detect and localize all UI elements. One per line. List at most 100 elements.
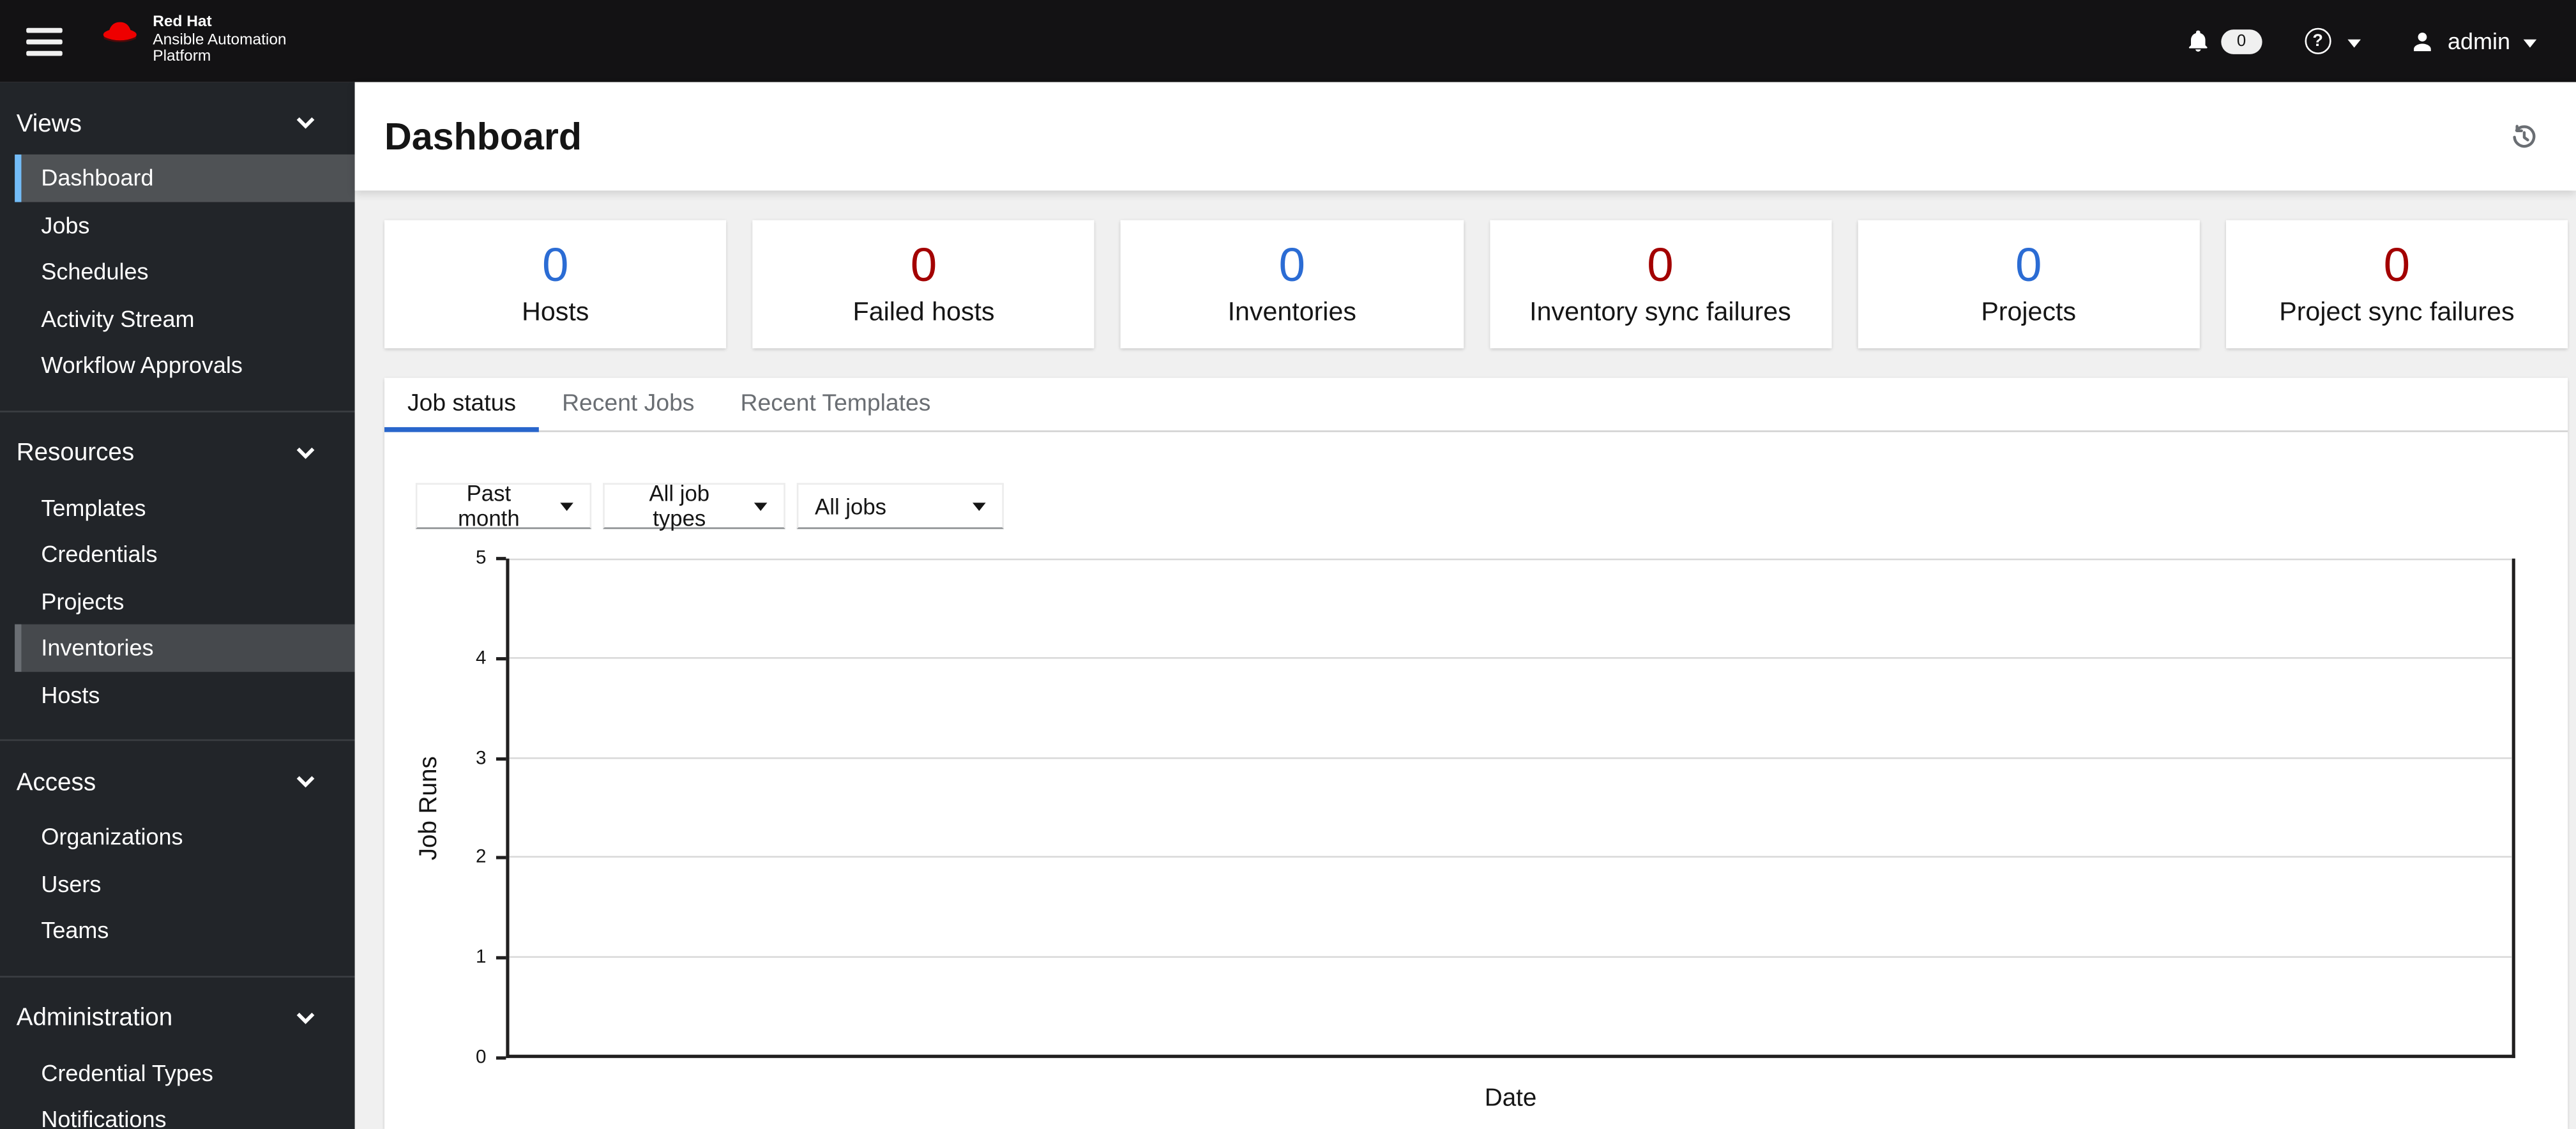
nav-section-toggle-access[interactable]: Access [0,764,355,800]
page-title: Dashboard [384,114,582,157]
metric-label: Inventories [1227,298,1356,326]
user-menu-button[interactable]: admin [2410,27,2537,54]
chart-plot-area [506,558,2515,1058]
metric-card-project-sync-failures[interactable]: 0 Project sync failures [2225,220,2568,349]
nav-item-organizations[interactable]: Organizations [15,813,355,860]
caret-down-icon [560,501,573,510]
metric-value: 0 [1647,239,1674,292]
brand-logo: Red Hat Ansible Automation Platform [98,13,287,67]
masthead: Red Hat Ansible Automation Platform 0 ? … [0,0,2576,82]
job-type-select-value: All job types [649,481,710,531]
masthead-toolbar: 0 ? admin [2186,27,2537,54]
y-tick: 3 [476,749,487,769]
nav-item-hosts[interactable]: Hosts [15,671,355,718]
metric-card-failed-hosts[interactable]: 0 Failed hosts [752,220,1095,349]
metric-value: 0 [542,239,569,292]
gridline [509,856,2512,858]
y-tick-mark [496,657,506,661]
history-icon [2513,124,2536,147]
nav-item-credential-types[interactable]: Credential Types [15,1049,355,1096]
gridline [509,558,2512,561]
chart-y-axis-label: Job Runs [414,756,443,861]
metric-label: Projects [1981,298,2077,326]
job-filter-select[interactable]: All jobs [796,483,1004,529]
y-tick: 0 [476,1048,487,1068]
metric-label: Inventory sync failures [1529,298,1791,326]
help-icon: ? [2305,27,2331,54]
chart-filters: Past month All job types All jobs [415,481,2568,531]
y-tick-mark [496,557,506,561]
nav-item-jobs[interactable]: Jobs [15,201,355,248]
nav-section-label: Access [16,768,96,796]
nav-item-teams[interactable]: Teams [15,907,355,953]
help-menu-button[interactable]: ? [2305,27,2361,54]
nav-section-views: Views Dashboard Jobs Schedules Activity … [0,82,355,410]
y-tick: 1 [476,948,487,968]
caret-down-icon [754,501,768,510]
brand-line1: Red Hat [153,13,212,32]
caret-down-icon [973,501,986,510]
username: admin [2447,27,2511,54]
nav-item-inventories[interactable]: Inventories [15,624,355,671]
user-icon [2413,31,2431,50]
metric-value: 0 [910,239,937,292]
nav-section-access: Access Organizations Users Teams [0,739,355,975]
notifications-button[interactable]: 0 [2186,28,2262,54]
tab-recent-jobs[interactable]: Recent Jobs [539,378,717,430]
redhat-fedora-icon [103,22,137,43]
nav-item-workflow-approvals[interactable]: Workflow Approvals [15,342,355,388]
bell-icon [2188,30,2208,52]
gridline [509,955,2512,957]
nav-section-toggle-administration[interactable]: Administration [0,999,355,1036]
metric-cards: 0 Hosts 0 Failed hosts 0 Inventories 0 I… [384,220,2568,349]
dashboard-content: 0 Hosts 0 Failed hosts 0 Inventories 0 I… [355,190,2576,1129]
nav-section-label: Administration [16,1003,173,1032]
nav-item-dashboard[interactable]: Dashboard [15,154,355,202]
brand-line3: Platform [153,48,211,66]
nav-section-label: Resources [16,438,135,467]
y-tick-mark [496,1056,506,1060]
job-type-select[interactable]: All job types [603,481,785,531]
tab-job-status[interactable]: Job status [384,378,540,432]
nav-item-credentials[interactable]: Credentials [15,531,355,577]
job-filter-select-value: All jobs [815,494,887,519]
metric-label: Project sync failures [2279,298,2515,326]
metric-card-inventory-sync-failures[interactable]: 0 Inventory sync failures [1489,220,1831,349]
period-select[interactable]: Past month [415,481,592,531]
chevron-down-icon [296,1012,315,1024]
nav-section-label: Views [16,109,82,137]
gridline [509,757,2512,759]
y-tick-mark [496,757,506,761]
nav-section-toggle-resources[interactable]: Resources [0,434,355,471]
caret-down-icon [2347,38,2361,47]
caret-down-icon [2523,38,2537,47]
page-header: Dashboard [354,82,2576,191]
metric-card-inventories[interactable]: 0 Inventories [1121,220,1464,349]
nav-toggle-button[interactable] [13,14,76,68]
app-window: Red Hat Ansible Automation Platform 0 ? … [0,0,2576,1129]
nav-item-templates[interactable]: Templates [15,484,355,531]
nav-item-schedules[interactable]: Schedules [15,248,355,294]
metric-value: 0 [2383,239,2411,292]
metric-card-projects[interactable]: 0 Projects [1857,220,2200,349]
y-tick-mark [496,856,506,860]
y-tick: 5 [476,549,487,569]
nav-section-administration: Administration Credential Types Notifica… [0,974,355,1129]
tab-recent-templates[interactable]: Recent Templates [718,378,954,430]
nav-item-notifications[interactable]: Notifications [15,1096,355,1129]
tabs: Job status Recent Jobs Recent Templates [384,378,2568,432]
metric-card-hosts[interactable]: 0 Hosts [384,220,727,349]
job-runs-chart: Job Runs 5 4 3 2 1 0 Date [384,549,2568,1129]
nav-item-projects[interactable]: Projects [15,577,355,624]
history-button[interactable] [2507,119,2542,154]
nav-item-users[interactable]: Users [15,860,355,907]
y-tick: 2 [476,847,487,868]
metric-value: 0 [2015,239,2042,292]
chart-x-axis-label: Date [1484,1084,1537,1112]
period-select-value: Past month [458,481,520,531]
nav-section-resources: Resources Templates Credentials Projects… [0,409,355,739]
y-tick-mark [496,956,506,960]
metric-value: 0 [1278,239,1306,292]
nav-item-activity-stream[interactable]: Activity Stream [15,295,355,342]
nav-section-toggle-views[interactable]: Views [0,105,355,142]
